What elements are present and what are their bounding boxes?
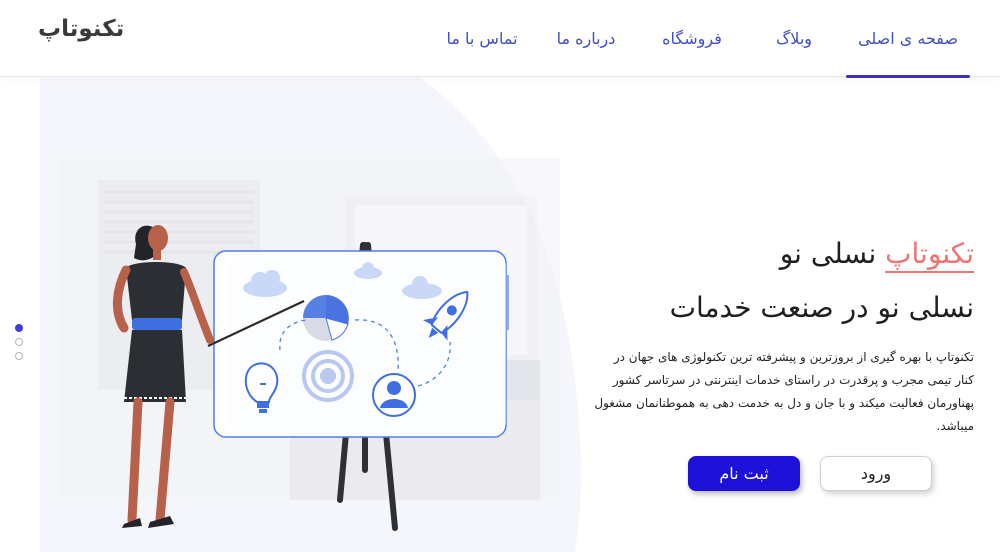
target-icon	[302, 350, 354, 402]
register-button[interactable]: ثبت نام	[688, 456, 800, 491]
hero-headline: تکنوتاپ نسلی نو	[574, 232, 974, 276]
pie-chart-icon	[303, 295, 349, 341]
hero-description: تکنوتاپ با بهره گیری از بروزترین و پیشرف…	[594, 350, 974, 433]
nav-blog[interactable]: وبلاگ	[748, 0, 840, 77]
slider-dot-3[interactable]	[15, 352, 23, 360]
hero-headline-rest: نسلی نو	[779, 237, 886, 270]
site-logo[interactable]: تکنوتاپ	[38, 16, 124, 42]
nav-about[interactable]: درباره ما	[536, 0, 636, 77]
slider-dot-2[interactable]	[15, 338, 23, 346]
nav-contact[interactable]: تماس با ما	[432, 0, 532, 77]
hero-illustration	[60, 158, 560, 531]
main-nav: صفحه ی اصلی وبلاگ فروشگاه درباره ما تماس…	[432, 0, 970, 78]
header: تکنوتاپ صفحه ی اصلی وبلاگ فروشگاه درباره…	[0, 0, 1000, 78]
user-avatar-icon	[372, 373, 416, 417]
nav-shop[interactable]: فروشگاه	[642, 0, 742, 77]
hero-subheadline: نسلی نو در صنعت خدمات	[669, 291, 974, 324]
slider-dot-1[interactable]	[15, 324, 23, 332]
login-button[interactable]: ورود	[820, 456, 932, 491]
hero-buttons: ورود ثبت نام	[688, 456, 932, 492]
nav-home[interactable]: صفحه ی اصلی	[846, 0, 970, 78]
hero-brand-word: تکنوتاپ	[885, 237, 974, 273]
slider-dots	[15, 324, 25, 366]
hero-text: تکنوتاپ نسلی نو نسلی نو در صنعت خدمات تک…	[574, 232, 974, 438]
